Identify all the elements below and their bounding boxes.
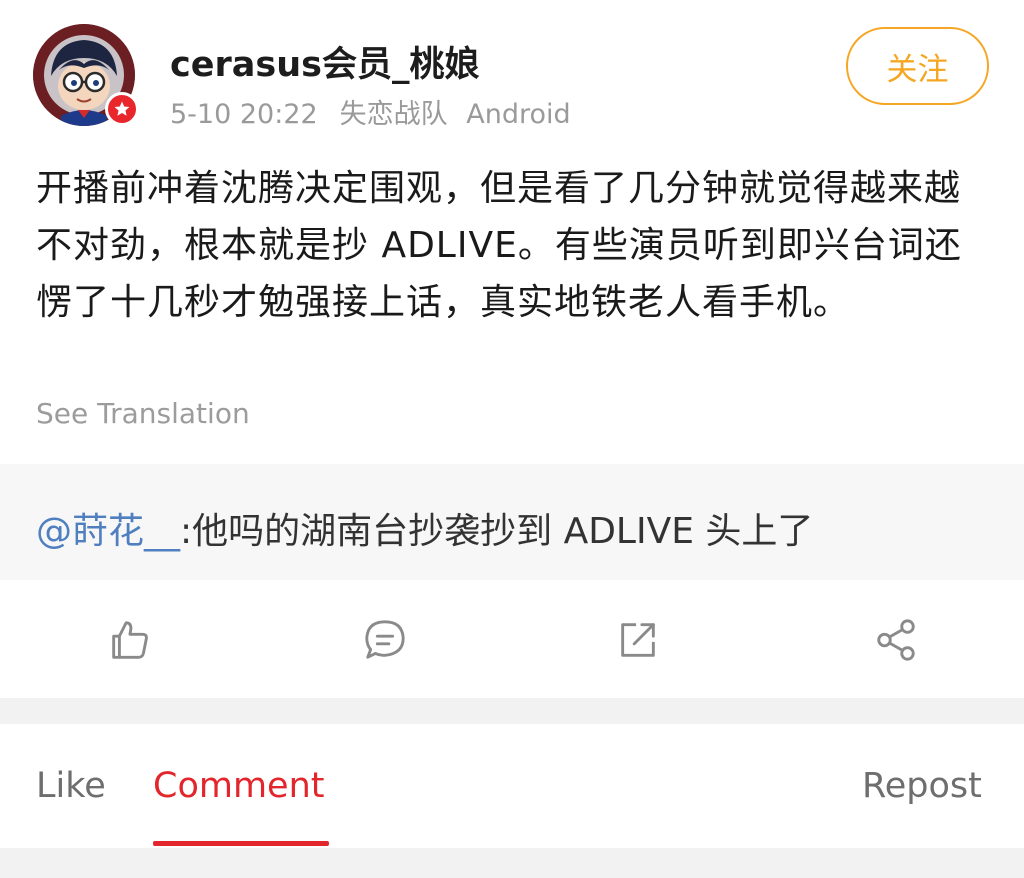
interaction-tabs: Like Comment Repost — [0, 724, 1024, 848]
section-divider — [0, 698, 1024, 724]
like-button[interactable] — [99, 610, 159, 670]
repost-icon — [621, 623, 655, 657]
bottom-divider — [0, 848, 1024, 878]
tab-comment[interactable]: Comment — [153, 766, 324, 806]
repost-button[interactable] — [608, 610, 668, 670]
comment-button[interactable] — [355, 610, 415, 670]
post-time: 5-10 20:22 — [170, 99, 318, 130]
post-text: 开播前冲着沈腾决定围观，但是看了几分钟就觉得越来越不对劲，根本就是抄 ADLIV… — [36, 168, 962, 323]
mention-link[interactable]: @莳花__ — [36, 511, 180, 552]
post-client: Android — [466, 99, 571, 130]
username[interactable]: cerasus会员_桃娘 — [170, 36, 479, 87]
share-button[interactable] — [866, 610, 926, 670]
follow-button[interactable]: 关注 — [846, 27, 989, 105]
star-icon — [114, 101, 130, 116]
post-source[interactable]: 失恋战队 — [340, 99, 448, 130]
share-icon — [877, 619, 915, 661]
active-tab-indicator — [153, 841, 329, 846]
tab-repost[interactable]: Repost — [862, 766, 982, 806]
vip-badge-icon — [105, 92, 139, 126]
tab-like[interactable]: Like — [36, 766, 106, 806]
quoted-post-body: :他吗的湖南台抄袭抄到 ADLIVE 头上了 — [180, 511, 814, 552]
quoted-post[interactable]: @莳花__:他吗的湖南台抄袭抄到 ADLIVE 头上了 — [0, 464, 1024, 580]
like-icon — [112, 621, 148, 659]
see-translation-link[interactable]: See Translation — [36, 397, 250, 430]
post-meta: 5-10 20:22 失恋战队 Android — [170, 92, 571, 131]
post-header: cerasus会员_桃娘 5-10 20:22 失恋战队 Android 关注 — [0, 0, 1024, 150]
action-bar — [0, 580, 1024, 698]
comment-icon — [365, 620, 405, 659]
quoted-post-text: @莳花__:他吗的湖南台抄袭抄到 ADLIVE 头上了 — [36, 502, 813, 554]
